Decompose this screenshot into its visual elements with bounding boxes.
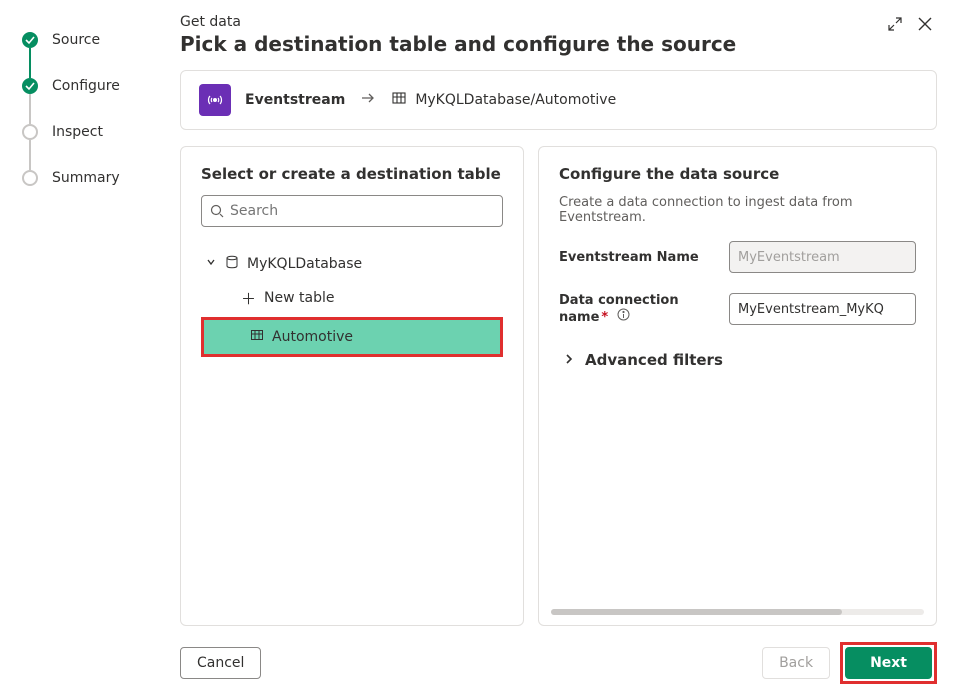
- database-node[interactable]: MyKQLDatabase: [201, 247, 503, 281]
- chevron-down-icon: [205, 256, 217, 272]
- check-icon: [22, 32, 38, 48]
- page-title: Pick a destination table and configure t…: [180, 32, 887, 56]
- step-inspect[interactable]: Inspect: [22, 120, 140, 144]
- selected-table-highlight: Automotive: [201, 317, 503, 357]
- chevron-right-icon: [563, 351, 575, 369]
- check-icon: [22, 78, 38, 94]
- right-card-subtitle: Create a data connection to ingest data …: [559, 195, 916, 225]
- step-label: Summary: [52, 170, 120, 186]
- table-icon: [250, 328, 264, 346]
- main-panel: Get data Pick a destination table and co…: [140, 0, 955, 700]
- back-button[interactable]: Back: [762, 647, 830, 679]
- eventstream-icon: [199, 84, 231, 116]
- breadcrumb-source: Eventstream: [245, 92, 345, 108]
- table-icon: [391, 90, 407, 110]
- footer: Cancel Back Next: [180, 642, 937, 684]
- step-dot: [22, 124, 38, 140]
- step-label: Source: [52, 32, 100, 48]
- cancel-button[interactable]: Cancel: [180, 647, 261, 679]
- step-source[interactable]: Source: [22, 28, 140, 52]
- step-summary[interactable]: Summary: [22, 166, 140, 190]
- plus-icon: ＋: [241, 288, 256, 309]
- connection-name-field[interactable]: [729, 293, 916, 325]
- stepper: Source Configure Inspect Summary: [0, 0, 140, 700]
- next-button[interactable]: Next: [845, 647, 932, 679]
- new-table-label: New table: [264, 290, 334, 306]
- horizontal-scrollbar[interactable]: [551, 609, 924, 615]
- left-card-title: Select or create a destination table: [201, 165, 503, 183]
- next-button-highlight: Next: [840, 642, 937, 684]
- step-label: Configure: [52, 78, 120, 94]
- expand-icon[interactable]: [887, 16, 903, 36]
- table-label: Automotive: [272, 329, 353, 345]
- info-icon[interactable]: [617, 308, 630, 321]
- step-label: Inspect: [52, 124, 103, 140]
- new-table-action[interactable]: ＋ New table: [201, 281, 503, 315]
- header: Get data Pick a destination table and co…: [140, 10, 937, 66]
- advanced-filters-accordion[interactable]: Advanced filters: [559, 351, 916, 369]
- data-source-card: Configure the data source Create a data …: [538, 146, 937, 626]
- destination-table-card: Select or create a destination table MyK…: [180, 146, 524, 626]
- search-input[interactable]: [201, 195, 503, 227]
- eventstream-name-field: [729, 241, 916, 273]
- right-card-title: Configure the data source: [559, 165, 916, 183]
- breadcrumb-destination: MyKQLDatabase/Automotive: [415, 92, 616, 108]
- eventstream-name-label: Eventstream Name: [559, 250, 729, 265]
- database-label: MyKQLDatabase: [247, 256, 362, 272]
- header-eyebrow: Get data: [180, 14, 887, 30]
- close-icon[interactable]: [917, 16, 933, 36]
- search-icon: [210, 204, 224, 218]
- step-configure[interactable]: Configure: [22, 74, 140, 98]
- breadcrumb-card: Eventstream MyKQLDatabase/Automotive: [180, 70, 937, 130]
- step-dot: [22, 170, 38, 186]
- arrow-right-icon: [359, 89, 377, 111]
- table-node-automotive[interactable]: Automotive: [204, 320, 500, 354]
- connection-name-label: Data connection name*: [559, 293, 729, 325]
- database-icon: [225, 255, 239, 273]
- table-tree: MyKQLDatabase ＋ New table Automotive: [201, 247, 503, 357]
